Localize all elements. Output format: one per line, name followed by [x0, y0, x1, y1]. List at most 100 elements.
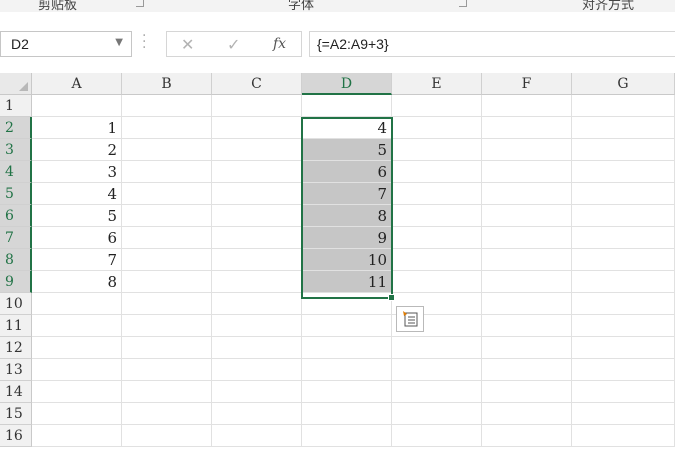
- cell-c3[interactable]: [212, 139, 302, 161]
- cell-g1[interactable]: [572, 95, 675, 117]
- cell-d1[interactable]: [302, 95, 392, 117]
- cell-e13[interactable]: [392, 359, 482, 381]
- row-header-1[interactable]: 1: [0, 95, 32, 117]
- row-header-12[interactable]: 12: [0, 337, 32, 359]
- cell-f12[interactable]: [482, 337, 572, 359]
- cell-a3[interactable]: 2: [32, 139, 122, 161]
- cell-a7[interactable]: 6: [32, 227, 122, 249]
- cell-a12[interactable]: [32, 337, 122, 359]
- column-header-b[interactable]: B: [122, 73, 212, 95]
- cell-c15[interactable]: [212, 403, 302, 425]
- cell-g14[interactable]: [572, 381, 675, 403]
- cell-c14[interactable]: [212, 381, 302, 403]
- cell-g10[interactable]: [572, 293, 675, 315]
- cell-f10[interactable]: [482, 293, 572, 315]
- quick-analysis-button[interactable]: [396, 306, 424, 332]
- cell-d11[interactable]: [302, 315, 392, 337]
- cell-e4[interactable]: [392, 161, 482, 183]
- cell-b2[interactable]: [122, 117, 212, 139]
- cell-e7[interactable]: [392, 227, 482, 249]
- cell-e16[interactable]: [392, 425, 482, 447]
- cell-f15[interactable]: [482, 403, 572, 425]
- row-header-10[interactable]: 10: [0, 293, 32, 315]
- cell-d3[interactable]: 5: [302, 139, 392, 161]
- column-header-a[interactable]: A: [32, 73, 122, 95]
- cell-e1[interactable]: [392, 95, 482, 117]
- cell-a1[interactable]: [32, 95, 122, 117]
- formula-input[interactable]: {=A2:A9+3}: [309, 31, 675, 57]
- worksheet-grid[interactable]: A B C D E F G 1 2 3 4 5 6 7 8 9 10 11 12…: [0, 73, 675, 456]
- name-box[interactable]: D2 ▼: [0, 31, 132, 57]
- cell-a14[interactable]: [32, 381, 122, 403]
- cell-f16[interactable]: [482, 425, 572, 447]
- cell-g2[interactable]: [572, 117, 675, 139]
- row-header-5[interactable]: 5: [0, 183, 32, 205]
- cell-g4[interactable]: [572, 161, 675, 183]
- column-header-c[interactable]: C: [212, 73, 302, 95]
- cell-d13[interactable]: [302, 359, 392, 381]
- cancel-icon[interactable]: ✕: [181, 35, 194, 54]
- cell-e14[interactable]: [392, 381, 482, 403]
- cell-b12[interactable]: [122, 337, 212, 359]
- cell-f5[interactable]: [482, 183, 572, 205]
- cell-d9[interactable]: 11: [302, 271, 392, 293]
- row-header-15[interactable]: 15: [0, 403, 32, 425]
- row-header-7[interactable]: 7: [0, 227, 32, 249]
- row-header-3[interactable]: 3: [0, 139, 32, 161]
- cell-e6[interactable]: [392, 205, 482, 227]
- column-header-g[interactable]: G: [572, 73, 675, 95]
- row-header-16[interactable]: 16: [0, 425, 32, 447]
- row-header-6[interactable]: 6: [0, 205, 32, 227]
- cell-b10[interactable]: [122, 293, 212, 315]
- chevron-down-icon[interactable]: ▼: [115, 37, 123, 48]
- cell-e15[interactable]: [392, 403, 482, 425]
- cell-c5[interactable]: [212, 183, 302, 205]
- cell-c2[interactable]: [212, 117, 302, 139]
- cell-b13[interactable]: [122, 359, 212, 381]
- cell-g3[interactable]: [572, 139, 675, 161]
- cell-c6[interactable]: [212, 205, 302, 227]
- cell-g16[interactable]: [572, 425, 675, 447]
- cell-e3[interactable]: [392, 139, 482, 161]
- cell-a11[interactable]: [32, 315, 122, 337]
- cell-a9[interactable]: 8: [32, 271, 122, 293]
- clipboard-launcher-icon[interactable]: [136, 0, 144, 7]
- cell-a4[interactable]: 3: [32, 161, 122, 183]
- cell-a8[interactable]: 7: [32, 249, 122, 271]
- cell-g11[interactable]: [572, 315, 675, 337]
- cell-d12[interactable]: [302, 337, 392, 359]
- row-header-2[interactable]: 2: [0, 117, 32, 139]
- cell-b4[interactable]: [122, 161, 212, 183]
- cell-e8[interactable]: [392, 249, 482, 271]
- row-header-4[interactable]: 4: [0, 161, 32, 183]
- cell-b3[interactable]: [122, 139, 212, 161]
- enter-icon[interactable]: ✓: [227, 35, 240, 54]
- cell-a10[interactable]: [32, 293, 122, 315]
- cell-b6[interactable]: [122, 205, 212, 227]
- cell-a13[interactable]: [32, 359, 122, 381]
- cell-f11[interactable]: [482, 315, 572, 337]
- cell-f7[interactable]: [482, 227, 572, 249]
- cell-d10[interactable]: [302, 293, 392, 315]
- cell-b8[interactable]: [122, 249, 212, 271]
- row-header-8[interactable]: 8: [0, 249, 32, 271]
- cell-f1[interactable]: [482, 95, 572, 117]
- row-header-11[interactable]: 11: [0, 315, 32, 337]
- cell-g12[interactable]: [572, 337, 675, 359]
- cell-e5[interactable]: [392, 183, 482, 205]
- cell-d5[interactable]: 7: [302, 183, 392, 205]
- column-header-e[interactable]: E: [392, 73, 482, 95]
- cell-f4[interactable]: [482, 161, 572, 183]
- cell-f8[interactable]: [482, 249, 572, 271]
- cell-e2[interactable]: [392, 117, 482, 139]
- row-header-9[interactable]: 9: [0, 271, 32, 293]
- cell-c1[interactable]: [212, 95, 302, 117]
- cell-c11[interactable]: [212, 315, 302, 337]
- cell-d6[interactable]: 8: [302, 205, 392, 227]
- cell-g15[interactable]: [572, 403, 675, 425]
- cell-g7[interactable]: [572, 227, 675, 249]
- cell-a16[interactable]: [32, 425, 122, 447]
- cell-d7[interactable]: 9: [302, 227, 392, 249]
- row-header-14[interactable]: 14: [0, 381, 32, 403]
- cell-g8[interactable]: [572, 249, 675, 271]
